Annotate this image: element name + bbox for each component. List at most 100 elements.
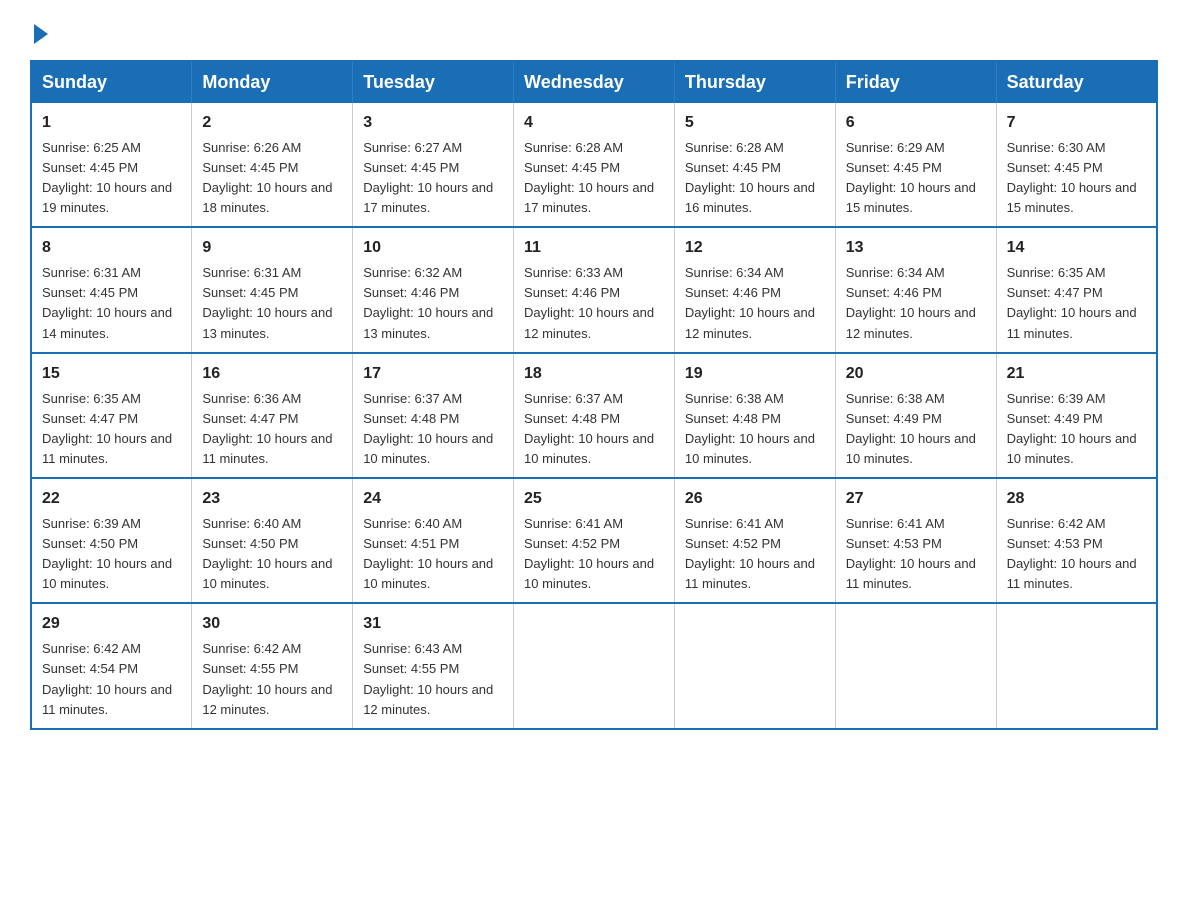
- calendar-cell: 8Sunrise: 6:31 AMSunset: 4:45 PMDaylight…: [31, 227, 192, 352]
- page-header: [30, 20, 1158, 40]
- day-info: Sunrise: 6:28 AMSunset: 4:45 PMDaylight:…: [524, 140, 654, 215]
- day-info: Sunrise: 6:33 AMSunset: 4:46 PMDaylight:…: [524, 265, 654, 340]
- day-number: 15: [42, 362, 181, 387]
- calendar-cell: 12 Sunrise: 6:34 AMSunset: 4:46 PMDayligh…: [674, 227, 835, 352]
- calendar-cell: 7 Sunrise: 6:30 AMSunset: 4:45 PMDaylight…: [996, 103, 1157, 227]
- day-number: 18: [524, 362, 664, 387]
- calendar-cell: 22 Sunrise: 6:39 AMSunset: 4:50 PMDayligh…: [31, 478, 192, 603]
- calendar-cell: 11 Sunrise: 6:33 AMSunset: 4:46 PMDayligh…: [514, 227, 675, 352]
- day-number: 24: [363, 487, 503, 512]
- calendar-cell: 2Sunrise: 6:26 AMSunset: 4:45 PMDaylight…: [192, 103, 353, 227]
- weekday-header-saturday: Saturday: [996, 61, 1157, 103]
- day-number: 13: [846, 236, 986, 261]
- day-info: Sunrise: 6:40 AMSunset: 4:50 PMDaylight:…: [202, 516, 332, 591]
- calendar-cell: 14 Sunrise: 6:35 AMSunset: 4:47 PMDayligh…: [996, 227, 1157, 352]
- weekday-header-sunday: Sunday: [31, 61, 192, 103]
- calendar-cell: 28 Sunrise: 6:42 AMSunset: 4:53 PMDayligh…: [996, 478, 1157, 603]
- weekday-header-wednesday: Wednesday: [514, 61, 675, 103]
- day-number: 10: [363, 236, 503, 261]
- day-info: Sunrise: 6:28 AMSunset: 4:45 PMDaylight:…: [685, 140, 815, 215]
- calendar-cell: 24 Sunrise: 6:40 AMSunset: 4:51 PMDayligh…: [353, 478, 514, 603]
- day-number: 19: [685, 362, 825, 387]
- weekday-header-monday: Monday: [192, 61, 353, 103]
- day-number: 17: [363, 362, 503, 387]
- calendar-cell: 17 Sunrise: 6:37 AMSunset: 4:48 PMDayligh…: [353, 353, 514, 478]
- day-number: 1: [42, 111, 181, 136]
- calendar-cell: 1 Sunrise: 6:25 AMSunset: 4:45 PMDaylight…: [31, 103, 192, 227]
- calendar-cell: [674, 603, 835, 728]
- day-info: Sunrise: 6:41 AMSunset: 4:53 PMDaylight:…: [846, 516, 976, 591]
- day-number: 3: [363, 111, 503, 136]
- day-info: Sunrise: 6:43 AMSunset: 4:55 PMDaylight:…: [363, 641, 493, 716]
- day-info: Sunrise: 6:39 AMSunset: 4:50 PMDaylight:…: [42, 516, 172, 591]
- day-info: Sunrise: 6:32 AMSunset: 4:46 PMDaylight:…: [363, 265, 493, 340]
- calendar-cell: 21Sunrise: 6:39 AMSunset: 4:49 PMDayligh…: [996, 353, 1157, 478]
- calendar-cell: 19Sunrise: 6:38 AMSunset: 4:48 PMDayligh…: [674, 353, 835, 478]
- day-info: Sunrise: 6:25 AMSunset: 4:45 PMDaylight:…: [42, 140, 172, 215]
- calendar-cell: 9 Sunrise: 6:31 AMSunset: 4:45 PMDaylight…: [192, 227, 353, 352]
- day-number: 26: [685, 487, 825, 512]
- day-info: Sunrise: 6:40 AMSunset: 4:51 PMDaylight:…: [363, 516, 493, 591]
- weekday-header-row: SundayMondayTuesdayWednesdayThursdayFrid…: [31, 61, 1157, 103]
- day-number: 22: [42, 487, 181, 512]
- calendar-cell: 13 Sunrise: 6:34 AMSunset: 4:46 PMDayligh…: [835, 227, 996, 352]
- day-info: Sunrise: 6:31 AMSunset: 4:45 PMDaylight:…: [202, 265, 332, 340]
- day-number: 23: [202, 487, 342, 512]
- day-info: Sunrise: 6:41 AMSunset: 4:52 PMDaylight:…: [524, 516, 654, 591]
- day-number: 9: [202, 236, 342, 261]
- day-number: 28: [1007, 487, 1146, 512]
- day-number: 27: [846, 487, 986, 512]
- day-info: Sunrise: 6:27 AMSunset: 4:45 PMDaylight:…: [363, 140, 493, 215]
- calendar-table: SundayMondayTuesdayWednesdayThursdayFrid…: [30, 60, 1158, 730]
- day-number: 20: [846, 362, 986, 387]
- day-number: 2: [202, 111, 342, 136]
- day-number: 25: [524, 487, 664, 512]
- calendar-cell: 31 Sunrise: 6:43 AMSunset: 4:55 PMDayligh…: [353, 603, 514, 728]
- day-info: Sunrise: 6:42 AMSunset: 4:55 PMDaylight:…: [202, 641, 332, 716]
- logo: [30, 20, 48, 40]
- day-number: 7: [1007, 111, 1146, 136]
- day-number: 14: [1007, 236, 1146, 261]
- day-number: 31: [363, 612, 503, 637]
- calendar-cell: 3 Sunrise: 6:27 AMSunset: 4:45 PMDaylight…: [353, 103, 514, 227]
- calendar-cell: 18 Sunrise: 6:37 AMSunset: 4:48 PMDayligh…: [514, 353, 675, 478]
- day-number: 21: [1007, 362, 1146, 387]
- day-number: 16: [202, 362, 342, 387]
- calendar-cell: 10 Sunrise: 6:32 AMSunset: 4:46 PMDayligh…: [353, 227, 514, 352]
- day-number: 30: [202, 612, 342, 637]
- day-number: 12: [685, 236, 825, 261]
- calendar-week-row: 15 Sunrise: 6:35 AMSunset: 4:47 PMDayligh…: [31, 353, 1157, 478]
- day-info: Sunrise: 6:42 AMSunset: 4:53 PMDaylight:…: [1007, 516, 1137, 591]
- calendar-cell: 6Sunrise: 6:29 AMSunset: 4:45 PMDaylight…: [835, 103, 996, 227]
- calendar-cell: [514, 603, 675, 728]
- calendar-cell: 26 Sunrise: 6:41 AMSunset: 4:52 PMDayligh…: [674, 478, 835, 603]
- weekday-header-friday: Friday: [835, 61, 996, 103]
- day-info: Sunrise: 6:37 AMSunset: 4:48 PMDaylight:…: [363, 391, 493, 466]
- weekday-header-thursday: Thursday: [674, 61, 835, 103]
- day-info: Sunrise: 6:35 AMSunset: 4:47 PMDaylight:…: [1007, 265, 1137, 340]
- calendar-cell: [835, 603, 996, 728]
- calendar-cell: 29Sunrise: 6:42 AMSunset: 4:54 PMDayligh…: [31, 603, 192, 728]
- day-info: Sunrise: 6:42 AMSunset: 4:54 PMDaylight:…: [42, 641, 172, 716]
- day-info: Sunrise: 6:41 AMSunset: 4:52 PMDaylight:…: [685, 516, 815, 591]
- calendar-cell: 15 Sunrise: 6:35 AMSunset: 4:47 PMDayligh…: [31, 353, 192, 478]
- calendar-week-row: 29Sunrise: 6:42 AMSunset: 4:54 PMDayligh…: [31, 603, 1157, 728]
- day-info: Sunrise: 6:37 AMSunset: 4:48 PMDaylight:…: [524, 391, 654, 466]
- day-number: 11: [524, 236, 664, 261]
- calendar-cell: 20Sunrise: 6:38 AMSunset: 4:49 PMDayligh…: [835, 353, 996, 478]
- calendar-cell: 16Sunrise: 6:36 AMSunset: 4:47 PMDayligh…: [192, 353, 353, 478]
- calendar-week-row: 1 Sunrise: 6:25 AMSunset: 4:45 PMDaylight…: [31, 103, 1157, 227]
- day-info: Sunrise: 6:29 AMSunset: 4:45 PMDaylight:…: [846, 140, 976, 215]
- day-info: Sunrise: 6:34 AMSunset: 4:46 PMDaylight:…: [846, 265, 976, 340]
- calendar-cell: 27 Sunrise: 6:41 AMSunset: 4:53 PMDayligh…: [835, 478, 996, 603]
- day-number: 5: [685, 111, 825, 136]
- day-number: 4: [524, 111, 664, 136]
- day-number: 8: [42, 236, 181, 261]
- day-info: Sunrise: 6:35 AMSunset: 4:47 PMDaylight:…: [42, 391, 172, 466]
- weekday-header-tuesday: Tuesday: [353, 61, 514, 103]
- day-info: Sunrise: 6:34 AMSunset: 4:46 PMDaylight:…: [685, 265, 815, 340]
- calendar-week-row: 22 Sunrise: 6:39 AMSunset: 4:50 PMDayligh…: [31, 478, 1157, 603]
- calendar-cell: 4 Sunrise: 6:28 AMSunset: 4:45 PMDaylight…: [514, 103, 675, 227]
- calendar-cell: 5 Sunrise: 6:28 AMSunset: 4:45 PMDaylight…: [674, 103, 835, 227]
- day-info: Sunrise: 6:30 AMSunset: 4:45 PMDaylight:…: [1007, 140, 1137, 215]
